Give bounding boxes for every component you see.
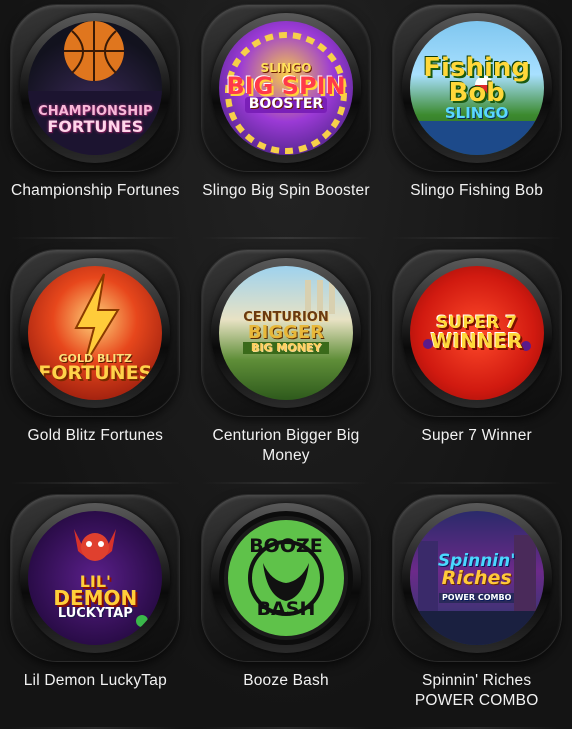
game-title[interactable]: Lil Demon LuckyTap [10,671,180,691]
logo-line: FORTUNES [47,116,144,136]
logo-line: BIG MONEY [243,341,329,354]
game-title[interactable]: Gold Blitz Fortunes [10,426,180,446]
thumbnail-ring: Fishing Bob SLINGO [401,13,552,163]
game-title[interactable]: Centurion Bigger Big Money [201,426,371,466]
game-title[interactable]: Championship Fortunes [10,181,180,201]
game-thumbnail-slingo-big-spin-booster[interactable]: SLINGO BIG SPIN BOOSTER [218,21,353,155]
game-tile-lil-demon-luckytap[interactable]: LIL' DEMON LUCKYTAP Lil Demon LuckyTap [0,490,191,729]
game-thumbnail-super-7-winner[interactable]: SUPER 7 WINNER [409,266,544,400]
logo-line: BOOZE [249,535,323,557]
thumbnail-ring: GOLD BLITZ FORTUNES [20,258,171,408]
thumbnail-ring: CENTURION BIGGER BIG MONEY [210,258,361,408]
logo-line: BIGGER [247,322,325,344]
game-thumbnail-frame[interactable]: LIL' DEMON LUCKYTAP [11,495,180,661]
logo-line: Bob [448,77,505,108]
game-title[interactable]: Super 7 Winner [392,426,562,446]
game-thumbnail-frame[interactable]: Spinnin' Riches POWER COMBO [392,495,561,661]
game-tile-slingo-big-spin-booster[interactable]: SLINGO BIG SPIN BOOSTER Slingo Big Spin … [191,0,382,245]
game-thumbnail-frame[interactable]: CHAMPIONSHIP FORTUNES [11,5,180,171]
game-thumbnail-frame[interactable]: BOOZE BASH [201,495,370,661]
game-thumbnail-frame[interactable]: Fishing Bob SLINGO [392,5,561,171]
game-tile-super-7-winner[interactable]: SUPER 7 WINNER Super 7 Winner [381,245,572,490]
game-thumbnail-centurion-bigger-big-money[interactable]: CENTURION BIGGER BIG MONEY [218,266,353,400]
logo-line: SLINGO [444,103,509,122]
game-tile-spinnin-riches-power-combo[interactable]: Spinnin' Riches POWER COMBO Spinnin' Ric… [381,490,572,729]
game-thumbnail-frame[interactable]: SLINGO BIG SPIN BOOSTER [201,5,370,171]
game-thumbnail-lil-demon-luckytap[interactable]: LIL' DEMON LUCKYTAP [28,511,163,645]
logo-line: BASH [256,598,316,620]
game-tile-championship-fortunes[interactable]: CHAMPIONSHIP FORTUNES Championship Fortu… [0,0,191,245]
thumbnail-ring: CHAMPIONSHIP FORTUNES [20,13,171,163]
game-tile-gold-blitz-fortunes[interactable]: GOLD BLITZ FORTUNES Gold Blitz Fortunes [0,245,191,490]
game-tile-booze-bash[interactable]: BOOZE BASH Booze Bash [191,490,382,729]
game-thumbnail-gold-blitz-fortunes[interactable]: GOLD BLITZ FORTUNES [28,266,163,400]
thumbnail-ring: SUPER 7 WINNER [401,258,552,408]
game-thumbnail-frame[interactable]: CENTURION BIGGER BIG MONEY [201,250,370,416]
thumbnail-ring: Spinnin' Riches POWER COMBO [401,503,552,653]
game-tile-slingo-fishing-bob[interactable]: Fishing Bob SLINGO Slingo Fishing Bob [381,0,572,245]
game-thumbnail-frame[interactable]: SUPER 7 WINNER [392,250,561,416]
game-thumbnail-spinnin-riches-power-combo[interactable]: Spinnin' Riches POWER COMBO [409,511,544,645]
logo-line: BIG SPIN [226,71,346,100]
logo-line: WINNER [430,328,523,353]
game-title[interactable]: Slingo Fishing Bob [392,181,562,201]
logo-line: POWER COMBO [438,593,515,603]
game-title[interactable]: Booze Bash [201,671,371,691]
logo-line: LUCKYTAP [57,605,133,621]
game-tile-centurion-bigger-big-money[interactable]: CENTURION BIGGER BIG MONEY Centurion Big… [191,245,382,490]
logo-line: BOOSTER [244,97,328,113]
game-title[interactable]: Spinnin' Riches POWER COMBO [392,671,562,711]
logo-line: Riches [441,566,512,589]
thumbnail-ring: LIL' DEMON LUCKYTAP [20,503,171,653]
thumbnail-ring: SLINGO BIG SPIN BOOSTER [210,13,361,163]
game-title[interactable]: Slingo Big Spin Booster [201,181,371,201]
game-thumbnail-booze-bash[interactable]: BOOZE BASH [218,511,353,645]
game-thumbnail-championship-fortunes[interactable]: CHAMPIONSHIP FORTUNES [28,21,163,155]
game-thumbnail-frame[interactable]: GOLD BLITZ FORTUNES [11,250,180,416]
thumbnail-ring: BOOZE BASH [210,503,361,653]
logo-line: FORTUNES [38,362,153,385]
game-grid: CHAMPIONSHIP FORTUNES Championship Fortu… [0,0,572,729]
game-thumbnail-slingo-fishing-bob[interactable]: Fishing Bob SLINGO [409,21,544,155]
